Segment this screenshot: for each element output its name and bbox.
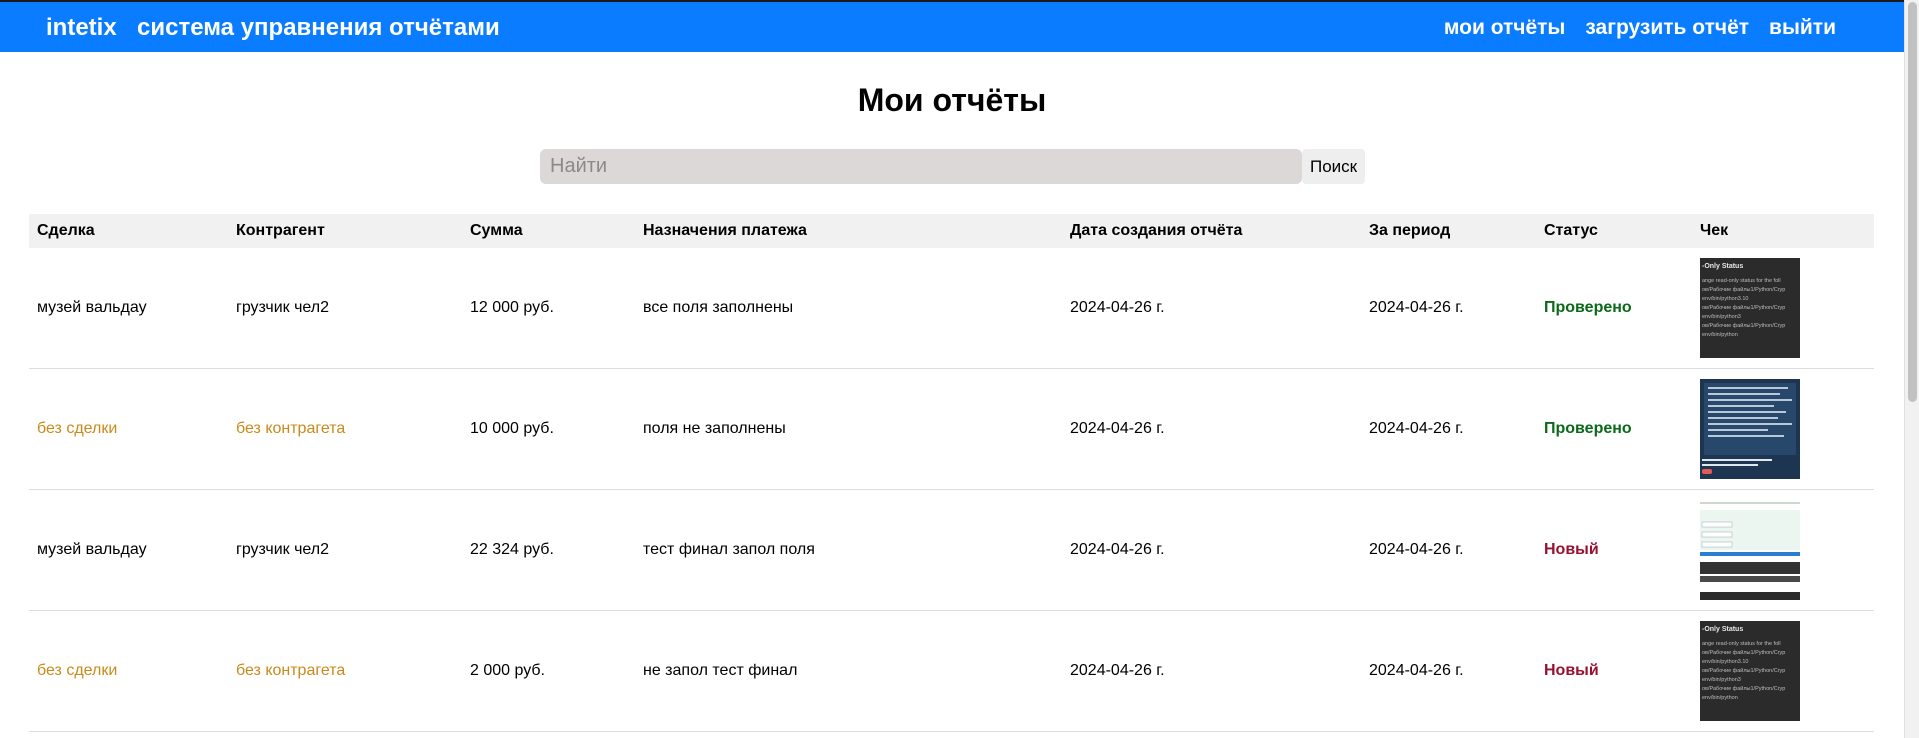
receipt-terminal-line: ов/Рабочие файлы1/Python/Cryp [1702,322,1785,329]
top-navbar: intetix система управнения отчётами мои … [0,0,1904,52]
column-header-purpose: Назначения платежа [635,214,1062,248]
cell-counterparty: грузчик чел2 [228,489,462,611]
brand-logo[interactable]: intetix [46,14,117,42]
cell-counterparty: без контрагета [228,368,462,490]
cell-purpose: все поля заполнены [635,248,1062,369]
receipt-terminal-line: env/bin/python3.10 [1702,296,1748,302]
table-header-row: Сделка Контрагент Сумма Назначения плате… [29,214,1874,248]
search-button[interactable]: Поиск [1302,149,1366,184]
receipt-terminal-line: ов/Рабочие файлы1/Python/Cryp [1702,304,1785,311]
status-badge: Новый [1536,610,1692,732]
column-header-deal: Сделка [29,214,228,248]
cell-amount: 2 000 руб. [462,610,635,732]
receipt-terminal-line: ange read-only status for the foll [1702,641,1781,647]
column-header-receipt: Чек [1692,214,1874,248]
page-title: Мои отчёты [857,82,1047,118]
column-header-period: За период [1361,214,1536,248]
cell-period: 2024-04-26 г. [1361,248,1536,369]
cell-deal: музей вальдау [29,248,228,369]
cell-receipt: -Only Status ange read-only status for t… [1692,248,1874,369]
receipt-terminal-line: ов/Рабочие файлы1/Python/Cryp [1702,667,1785,674]
receipt-terminal-title: -Only Status [1702,263,1743,270]
receipt-thumbnail[interactable]: -Only Status ange read-only status for t… [1700,621,1800,721]
cell-created: 2024-04-26 г. [1062,368,1361,490]
receipt-terminal-title: -Only Status [1702,626,1743,633]
table-row: без сделки без контрагета 10 000 руб. по… [29,368,1874,490]
receipt-terminal-line: ов/Рабочие файлы1/Python/Cryp [1702,649,1785,656]
column-header-counterparty: Контрагент [228,214,462,248]
receipt-thumbnail[interactable] [1700,500,1800,600]
status-badge: Новый [1536,489,1692,611]
app-title[interactable]: система управнения отчётами [137,14,500,42]
cell-period: 2024-04-26 г. [1361,610,1536,732]
column-header-status: Статус [1536,214,1692,248]
table-row: без сделки без контрагета 2 000 руб. не … [29,610,1874,732]
cell-period: 2024-04-26 г. [1361,489,1536,611]
receipt-terminal-line: ов/Рабочие файлы1/Python/Cryp [1702,685,1785,692]
cell-period: 2024-04-26 г. [1361,368,1536,490]
cell-created: 2024-04-26 г. [1062,610,1361,732]
receipt-terminal-line: env/bin/python3 [1702,677,1741,683]
table-row: музей вальдау грузчик чел2 12 000 руб. в… [29,248,1874,369]
nav-upload-report[interactable]: загрузить отчёт [1585,16,1749,40]
cell-deal: без сделки [29,368,228,490]
cell-amount: 22 324 руб. [462,489,635,611]
status-badge: Проверено [1536,368,1692,490]
status-badge: Проверено [1536,248,1692,369]
reports-table: Сделка Контрагент Сумма Назначения плате… [29,214,1874,732]
cell-deal: музей вальдау [29,489,228,611]
search-form: Поиск [540,149,1366,184]
cell-amount: 12 000 руб. [462,248,635,369]
receipt-terminal-line: env/bin/python [1702,695,1738,701]
cell-created: 2024-04-26 г. [1062,248,1361,369]
receipt-terminal-line: ов/Рабочие файлы1/Python/Cryp [1702,286,1785,293]
nav-menu: мои отчёты загрузить отчёт выйти [1444,16,1836,40]
cell-receipt [1692,489,1874,611]
scrollbar-thumb[interactable] [1908,2,1917,402]
receipt-terminal-line: env/bin/python [1702,332,1738,338]
cell-counterparty: грузчик чел2 [228,248,462,369]
table-row: музей вальдау грузчик чел2 22 324 руб. т… [29,489,1874,611]
receipt-thumbnail[interactable] [1700,379,1800,479]
cell-purpose: не запол тест финал [635,610,1062,732]
cell-purpose: тест финал запол поля [635,489,1062,611]
cell-receipt: -Only Status ange read-only status for t… [1692,610,1874,732]
nav-my-reports[interactable]: мои отчёты [1444,16,1566,40]
receipt-terminal-line: ange read-only status for the foll [1702,278,1781,284]
nav-logout[interactable]: выйти [1769,16,1836,40]
receipt-thumbnail[interactable]: -Only Status ange read-only status for t… [1700,258,1800,358]
cell-deal: без сделки [29,610,228,732]
cell-receipt [1692,368,1874,490]
cell-created: 2024-04-26 г. [1062,489,1361,611]
receipt-terminal-line: env/bin/python3.10 [1702,659,1748,665]
receipt-terminal-line: env/bin/python3 [1702,314,1741,320]
cell-purpose: поля не заполнены [635,368,1062,490]
column-header-created: Дата создания отчёта [1062,214,1361,248]
cell-amount: 10 000 руб. [462,368,635,490]
search-input[interactable] [540,149,1302,184]
page-scrollbar[interactable] [1904,0,1919,738]
column-header-amount: Сумма [462,214,635,248]
cell-counterparty: без контрагета [228,610,462,732]
